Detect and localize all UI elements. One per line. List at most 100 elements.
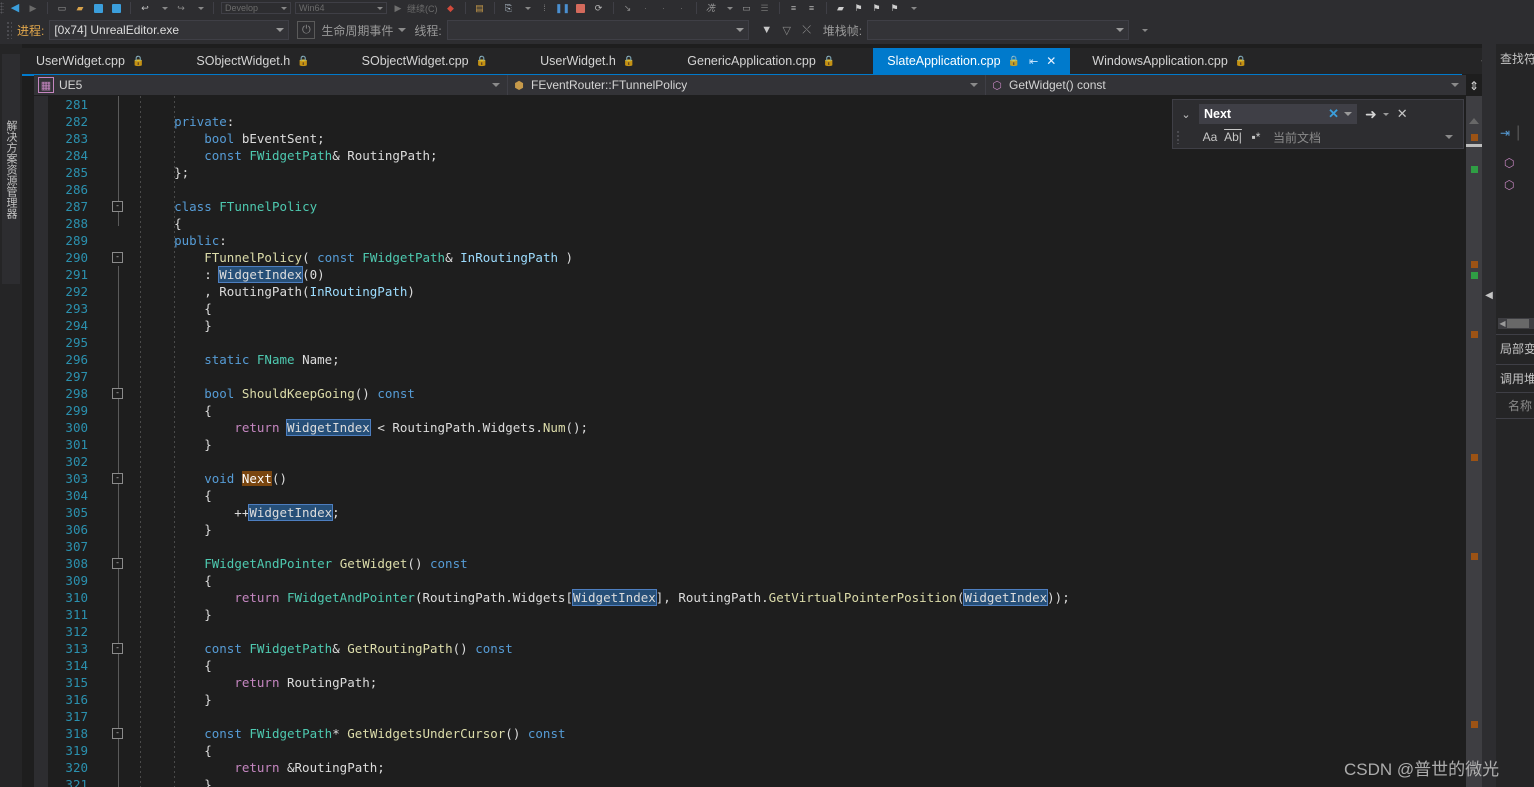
code-line[interactable]: 319 { (34, 742, 1466, 759)
breakpoints-icon[interactable]: ⁞ (538, 2, 552, 14)
list-icon[interactable]: ☰ (758, 2, 772, 14)
undo-dropdown-icon[interactable] (156, 2, 170, 14)
find-widget-grip[interactable] (1176, 130, 1181, 144)
thread-combo[interactable] (446, 20, 749, 40)
filter-icon[interactable]: ▼ (759, 22, 775, 38)
save-all-icon[interactable] (109, 2, 123, 14)
process-combo[interactable]: [0x74] UnrealEditor.exe (49, 20, 290, 40)
code-line[interactable]: 313 - const FWidgetPath& GetRoutingPath()… (34, 640, 1466, 657)
step-over-2-icon[interactable]: · (657, 2, 671, 14)
indent-decrease-icon[interactable]: ≡ (787, 2, 801, 14)
fold-toggle[interactable]: - (112, 385, 123, 402)
attach-process-icon[interactable]: ▤ (473, 2, 487, 14)
fold-toggle[interactable]: - (112, 249, 123, 266)
code-line[interactable]: 284 const FWidgetPath& RoutingPath; (34, 147, 1466, 164)
code-line[interactable]: 321 } (34, 776, 1466, 787)
step-extra-icon[interactable]: · (675, 2, 689, 14)
locals-panel-tab[interactable]: 局部变 (1496, 336, 1534, 360)
procbar-overflow-icon[interactable] (1135, 22, 1151, 38)
hex-display-icon[interactable]: 冼 (704, 2, 718, 14)
forward-icon[interactable]: ▶ (26, 2, 40, 14)
undo-icon[interactable]: ↩ (138, 2, 152, 14)
symbol-result-item[interactable]: ⬡ (1504, 178, 1514, 192)
scroll-left-arrow-icon[interactable]: ◀ (1498, 319, 1507, 328)
find-symbol-hscrollbar[interactable]: ◀ (1498, 318, 1534, 329)
hex-dropdown-icon[interactable] (722, 2, 736, 14)
hscroll-thumb[interactable] (1507, 319, 1529, 328)
code-line[interactable]: 299 { (34, 402, 1466, 419)
expand-right-dock-icon[interactable]: ◀ (1484, 286, 1494, 304)
pin-icon[interactable]: ⇤ (1029, 55, 1038, 68)
code-line[interactable]: 286 (34, 181, 1466, 198)
pause-icon[interactable]: ❚❚ (555, 2, 570, 14)
code-line[interactable]: 303 - void Next() (34, 470, 1466, 487)
step-out-icon[interactable]: · (639, 2, 653, 14)
toolbar-grip[interactable] (0, 2, 4, 14)
fold-toggle[interactable]: - (112, 470, 123, 487)
code-line[interactable]: 306 } (34, 521, 1466, 538)
code-line[interactable]: 288 { (34, 215, 1466, 232)
code-line[interactable]: 308 - FWidgetAndPointer GetWidget() const (34, 555, 1466, 572)
code-line[interactable]: 305 ++WidgetIndex; (34, 504, 1466, 521)
search-scope-chevron-icon[interactable] (1445, 135, 1453, 139)
close-find-icon[interactable]: ✕ (1397, 106, 1408, 122)
bookmark-next-icon[interactable]: ⚑ (870, 2, 884, 14)
code-line[interactable]: 310 return FWidgetAndPointer(RoutingPath… (34, 589, 1466, 606)
code-line[interactable]: 289 public: (34, 232, 1466, 249)
search-scope-label[interactable]: 当前文档 (1273, 129, 1321, 146)
tab-sobjectwidget-cpp[interactable]: SObjectWidget.cpp 🔒 (347, 48, 503, 74)
navbar-project-dropdown[interactable]: ▦ UE5 (34, 75, 508, 95)
navbar-class-dropdown[interactable]: ⬢ FEventRouter::FTunnelPolicy (508, 75, 986, 95)
close-icon[interactable]: ✕ (1046, 54, 1056, 68)
redo-icon[interactable]: ↪ (174, 2, 188, 14)
lifecycle-events-icon[interactable]: ⏻ (297, 21, 316, 39)
open-folder-icon[interactable]: ▰ (73, 2, 87, 14)
code-line[interactable]: 290 - FTunnelPolicy( const FWidgetPath& I… (34, 249, 1466, 266)
tab-windowsapplication-cpp[interactable]: WindowsApplication.cpp 🔒 (1078, 48, 1262, 74)
new-file-icon[interactable]: ▭ (55, 2, 69, 14)
code-line[interactable]: 304 { (34, 487, 1466, 504)
step-over-icon[interactable]: ⎘ (502, 2, 516, 14)
symbol-result-item[interactable]: ⬡ (1504, 156, 1514, 170)
editor-vertical-scrollbar[interactable] (1466, 96, 1482, 787)
code-line[interactable]: 296 static FName Name; (34, 351, 1466, 368)
code-line[interactable]: 302 (34, 453, 1466, 470)
code-line[interactable]: 294 } (34, 317, 1466, 334)
code-line[interactable]: 311 } (34, 606, 1466, 623)
code-line[interactable]: 318 - const FWidgetPath* GetWidgetsUnderC… (34, 725, 1466, 742)
comment-icon[interactable]: ▰ (834, 2, 848, 14)
navbar-member-dropdown[interactable]: ⬡ GetWidget() const (986, 75, 1466, 95)
code-line[interactable]: 314 { (34, 657, 1466, 674)
code-line[interactable]: 297 (34, 368, 1466, 385)
code-line[interactable]: 315 return RoutingPath; (34, 674, 1466, 691)
split-editor-handle[interactable]: ⇕ (1466, 76, 1482, 96)
code-line[interactable]: 307 (34, 538, 1466, 555)
code-line[interactable]: 317 (34, 708, 1466, 725)
code-line[interactable]: 291 : WidgetIndex(0) (34, 266, 1466, 283)
tab-userwidget-cpp[interactable]: UserWidget.cpp 🔒 (22, 48, 159, 74)
find-direction-icon[interactable] (1382, 112, 1389, 116)
clear-search-icon[interactable]: ✕ (1328, 106, 1339, 122)
filter-clear-icon[interactable]: ▽ (779, 22, 795, 38)
toolbar-overflow-icon[interactable] (906, 2, 920, 14)
callstack-panel-tab[interactable]: 调用堆 (1496, 366, 1534, 390)
code-line[interactable]: 298 - bool ShouldKeepGoing() const (34, 385, 1466, 402)
step-into-icon[interactable]: ↘ (621, 2, 635, 14)
step-dropdown-icon[interactable] (520, 2, 534, 14)
fold-toggle[interactable]: - (112, 725, 123, 742)
save-icon[interactable] (91, 2, 105, 14)
restart-icon[interactable]: ⟳ (592, 2, 606, 14)
find-replace-widget[interactable]: ⌄ Next ✕ ➜ ✕ Aa Ab| ▪* 当前文档 (1172, 99, 1464, 149)
code-editor[interactable]: 281 282 private: 283 bool bEventSent; 284 c… (34, 96, 1466, 787)
no-source-icon[interactable]: ⤬ (799, 22, 815, 38)
run-label[interactable]: 继续(C) (407, 2, 438, 15)
code-line[interactable]: 301 } (34, 436, 1466, 453)
search-history-icon[interactable] (1344, 112, 1352, 116)
use-regex-toggle[interactable]: ▪* (1247, 130, 1265, 144)
code-line[interactable]: 312 (34, 623, 1466, 640)
code-lines-container[interactable]: 281 282 private: 283 bool bEventSent; 284 c… (34, 96, 1466, 787)
go-to-definition-icon[interactable]: ⇥ (1500, 126, 1510, 140)
match-whole-word-toggle[interactable]: Ab| (1224, 130, 1242, 144)
tab-slateapplication-cpp[interactable]: SlateApplication.cpp 🔒 ⇤ ✕ (873, 48, 1071, 74)
bookmark-icon[interactable]: ⚑ (852, 2, 866, 14)
